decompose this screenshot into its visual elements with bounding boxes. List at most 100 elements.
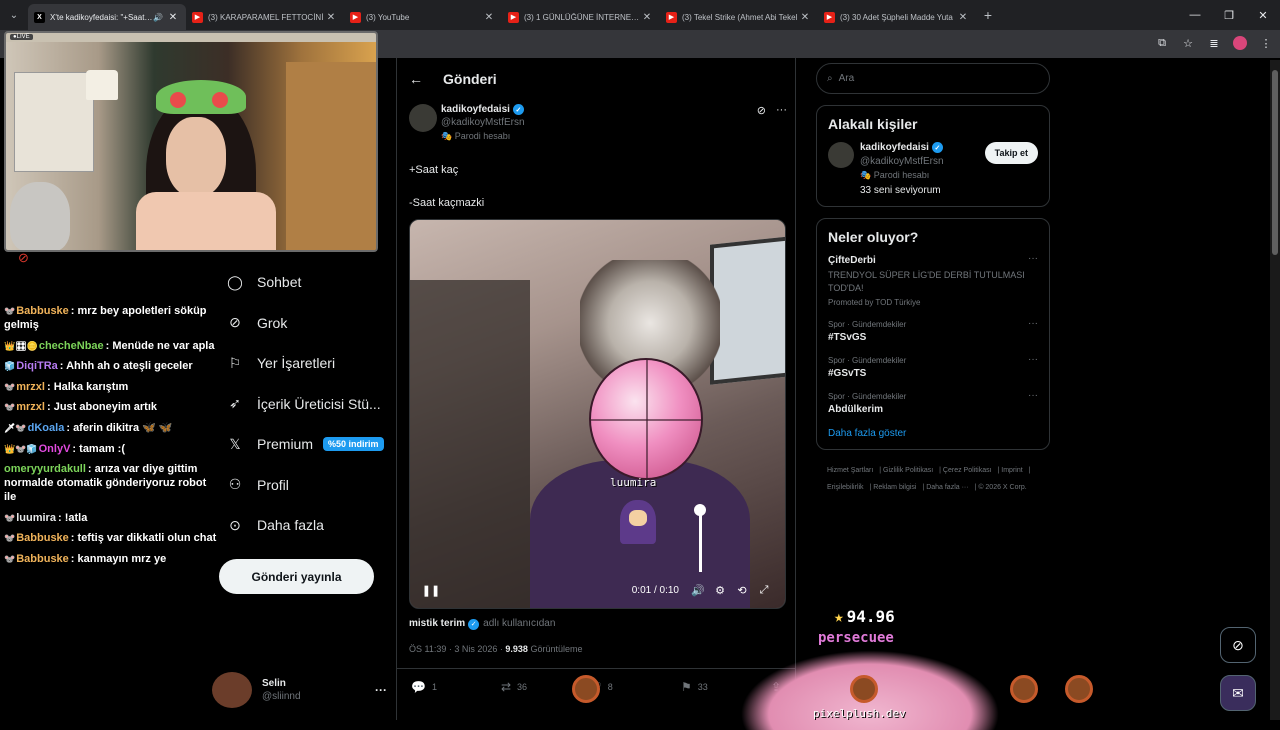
trends-box: Neler oluyor? ÇifteDerbi TRENDYOL SÜPER L…	[816, 218, 1050, 450]
more-icon[interactable]: ···	[1028, 318, 1038, 329]
footer-link[interactable]: Çerez Politikası	[943, 467, 992, 474]
close-tab-icon[interactable]: ✕	[956, 12, 970, 23]
trend-title[interactable]: #GSvTS	[828, 368, 1038, 379]
browser-menu-icon[interactable]: ⋮	[1258, 35, 1274, 51]
video-source-name[interactable]: mistik terim	[409, 618, 465, 629]
chat-text: tamam :(	[79, 442, 125, 455]
footer-link[interactable]: Imprint	[1001, 467, 1022, 474]
browser-tab[interactable]: ▶ (3) 1 GÜNLÜĞÜNE İNTERNETTE ✕	[502, 4, 660, 30]
account-switcher[interactable]: Selin @sliinnd ···	[212, 670, 387, 710]
parody-label: Parodi hesabı	[873, 170, 930, 180]
footer-link[interactable]: Daha fazla ···	[926, 484, 968, 491]
more-icon[interactable]: ···	[1028, 390, 1038, 401]
chat-message: 🐭mrzxl: Just aboneyim artık	[4, 401, 158, 414]
trend-item[interactable]: Spor · Gündemdekiler #TSvGS ···	[828, 318, 1038, 343]
close-tab-icon[interactable]: ✕	[482, 12, 496, 23]
reply-button[interactable]: 💬 1	[411, 680, 501, 694]
new-tab-button[interactable]: +	[976, 7, 1000, 23]
messages-fab-icon[interactable]: ✉	[1220, 675, 1256, 711]
more-icon[interactable]: ···	[1028, 253, 1038, 264]
post-button[interactable]: Gönderi yayınla	[219, 559, 374, 594]
overlay-username: luumira	[610, 476, 657, 489]
rotate-icon[interactable]: ⟲	[731, 584, 753, 597]
more-icon: ⊙	[229, 516, 241, 533]
avatar	[212, 672, 252, 708]
nav-item-5[interactable]: ⚇ Profil	[226, 465, 386, 506]
video-player[interactable]: luumira ❚❚ 0:01 / 0:10 🔊 ⚙ ⟲ ⤢	[409, 219, 786, 609]
footer-link[interactable]: Reklam bilgisi	[873, 484, 916, 491]
search-input[interactable]: ⌕ Ara	[816, 63, 1050, 94]
trend-title[interactable]: #TSvGS	[828, 332, 1038, 343]
trend-item[interactable]: Spor · Gündemdekiler Abdülkerim ···	[828, 390, 1038, 415]
avatar[interactable]	[828, 142, 854, 168]
more-icon[interactable]: ···	[375, 683, 387, 697]
fullscreen-icon[interactable]: ⤢	[753, 584, 775, 597]
nav-item-0[interactable]: ◯ Sohbet	[226, 262, 386, 303]
follow-button[interactable]: Takip et	[984, 142, 1038, 164]
trend-item[interactable]: ÇifteDerbi TRENDYOL SÜPER LİG'DE DERBİ TU…	[828, 253, 1038, 307]
footer-link[interactable]: Erişilebilirlik	[827, 484, 864, 491]
tab-search-icon[interactable]: ⌄	[0, 0, 28, 30]
trend-title[interactable]: Abdülkerim	[828, 404, 1038, 415]
close-tab-icon[interactable]: ✕	[324, 12, 338, 23]
more-icon[interactable]: ···	[776, 104, 787, 142]
nav-item-1[interactable]: ⊘ Grok	[226, 303, 386, 344]
video-source-sub: adlı kullanıcıdan	[483, 618, 556, 629]
install-app-icon[interactable]: ⧉	[1154, 35, 1170, 51]
close-tab-icon[interactable]: ✕	[640, 12, 654, 23]
minimize-icon[interactable]: —	[1178, 0, 1212, 30]
post-timestamp[interactable]: ÖS 11:39 · 3 Nis 2026 ·	[409, 644, 503, 654]
browser-tab[interactable]: ▶ (3) 30 Adet Şüpheli Madde Yuta ✕	[818, 4, 976, 30]
nav-item-2[interactable]: ⚐ Yer İşaretleri	[226, 343, 386, 384]
bookmark-star-icon[interactable]: ☆	[1180, 35, 1196, 51]
browser-tab[interactable]: ▶ (3) Tekel Strike (Ahmet Abi Tekel ✕	[660, 4, 818, 30]
media-controls-icon[interactable]: ≣	[1206, 35, 1222, 51]
tab-title: X'te kadikoyfedaisi: "+Saat kaç	[50, 12, 154, 22]
footer-link[interactable]: Gizlilik Politikası	[883, 467, 933, 474]
nav-item-6[interactable]: ⊙ Daha fazla	[226, 505, 386, 546]
author-name[interactable]: kadikoyfedaisi	[441, 104, 510, 115]
volume-icon[interactable]: 🔊	[687, 584, 709, 597]
close-tab-icon[interactable]: ✕	[798, 12, 812, 23]
volume-slider[interactable]	[699, 510, 702, 572]
parody-icon: 🎭	[860, 170, 874, 180]
author-handle[interactable]: @kadikoyMstfErsn	[441, 117, 525, 128]
live-badge-icon: ●LIVE	[10, 34, 33, 40]
sunflower-sprite	[572, 675, 600, 703]
grok-icon[interactable]: ⊘	[757, 104, 766, 142]
chat-badge-icons: 👑🎛🪙	[4, 340, 38, 351]
audio-icon[interactable]: 🔊	[153, 13, 163, 22]
nav-item-4[interactable]: 𝕏 Premium %50 indirim	[226, 424, 386, 465]
scrollbar[interactable]	[1270, 60, 1280, 720]
more-icon[interactable]: ···	[1028, 354, 1038, 365]
person-name[interactable]: kadikoyfedaisi	[860, 142, 929, 153]
pause-icon[interactable]: ❚❚	[420, 584, 442, 597]
footer-link[interactable]: Hizmet Şartları	[827, 467, 873, 474]
avatar[interactable]	[409, 104, 437, 132]
browser-tab[interactable]: ▶ (3) YouTube ✕	[344, 4, 502, 30]
trend-item[interactable]: Spor · Gündemdekiler #GSvTS ···	[828, 354, 1038, 379]
grok-fab-icon[interactable]: ⊘	[1220, 627, 1256, 663]
profile-icon: ⚇	[228, 476, 242, 493]
volume-handle[interactable]	[694, 504, 706, 516]
person-handle[interactable]: @kadikoyMstfErsn	[860, 156, 944, 167]
score-display: ★ 94.96	[834, 607, 895, 626]
balloon-sprite	[589, 358, 703, 480]
browser-tab[interactable]: X X'te kadikoyfedaisi: "+Saat kaç 🔊 ✕	[28, 4, 186, 30]
person-bio: 33 seni seviyorum	[860, 185, 941, 196]
restore-icon[interactable]: ❐	[1212, 0, 1246, 30]
show-more-link[interactable]: Daha fazla göster	[828, 428, 1038, 439]
footer-link[interactable]: © 2026 X Corp.	[978, 484, 1026, 491]
browser-tab[interactable]: ▶ (3) KARAPARAMEL FETTOCİNİ ✕	[186, 4, 344, 30]
trend-title[interactable]: ÇifteDerbi	[828, 255, 1038, 266]
close-tab-icon[interactable]: ✕	[166, 12, 180, 23]
profile-avatar[interactable]	[1232, 35, 1248, 51]
page-title: Gönderi	[443, 71, 497, 87]
webcam-overlay: ●LIVE	[4, 31, 378, 252]
back-arrow-icon[interactable]: ←	[409, 71, 423, 87]
settings-icon[interactable]: ⚙	[709, 584, 731, 597]
close-window-icon[interactable]: ✕	[1246, 0, 1280, 30]
reply-count: 1	[431, 681, 437, 692]
section-title: Neler oluyor?	[828, 229, 919, 245]
nav-item-3[interactable]: ➶ İçerik Üreticisi Stü...	[226, 384, 386, 425]
